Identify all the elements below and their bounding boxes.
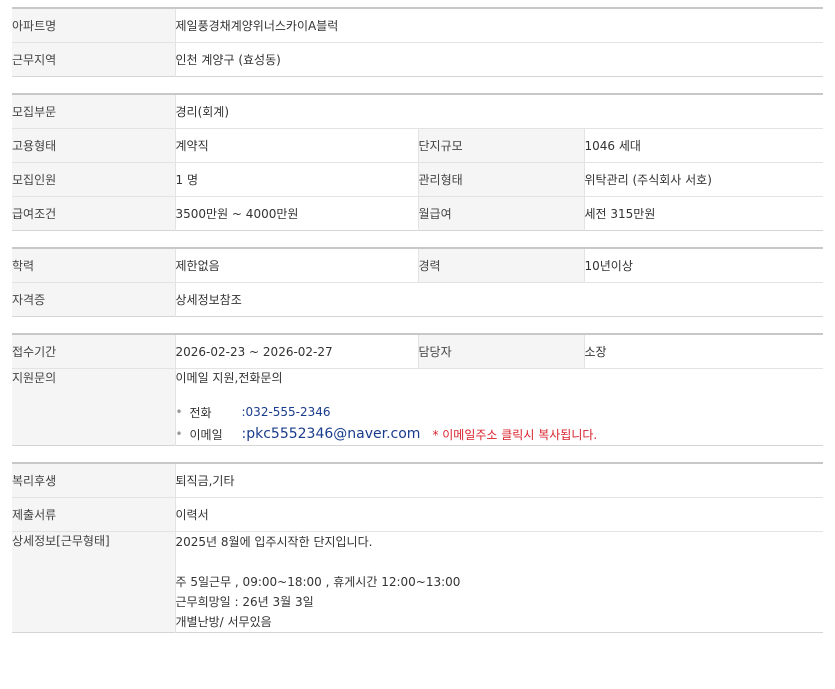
education-value: 제한없음 xyxy=(174,248,418,283)
headcount-label: 모집인원 xyxy=(12,162,175,197)
detail-line: 주 5일근무 , 09:00~18:00 , 휴게시간 12:00~13:00 xyxy=(175,575,461,589)
detail-line: 근무희망일 : 26년 3월 3일 xyxy=(175,595,314,609)
education-label: 학력 xyxy=(12,248,175,283)
inquiry-row: 지원문의 이메일 지원,전화문의 • 전화 :032-555-2346 • 이메… xyxy=(12,368,824,446)
certificate-value: 상세정보참조 xyxy=(174,282,823,317)
phone-label: 전화 xyxy=(189,405,212,420)
detail-value-cell: 2025년 8월에 입주시작한 단지입니다. 주 5일근무 , 09:00~18… xyxy=(174,531,823,633)
work-region-label: 근무지역 xyxy=(12,42,175,77)
documents-label: 제출서류 xyxy=(12,497,175,532)
certificate-label: 자격증 xyxy=(12,282,175,317)
employment-type-value: 계약직 xyxy=(174,128,418,163)
detail-line: 2025년 8월에 입주시작한 단지입니다. xyxy=(175,535,373,549)
inquiry-label: 지원문의 xyxy=(12,368,175,446)
welfare-value: 퇴직금,기타 xyxy=(174,463,823,498)
salary-value: 3500만원 ~ 4000만원 xyxy=(174,196,418,231)
management-type-label: 관리형태 xyxy=(417,162,584,197)
salary-label: 급여조건 xyxy=(12,196,175,231)
employment-type-label: 고용형태 xyxy=(12,128,175,163)
headcount-row: 모집인원 1 명 관리형태 위탁관리 (주식회사 서호) xyxy=(12,162,824,197)
monthly-pay-label: 월급여 xyxy=(417,196,584,231)
email-copy-note: * 이메일주소 클릭시 복사됩니다. xyxy=(432,427,598,442)
work-region-row: 근무지역 인천 계양구 (효성동) xyxy=(12,42,823,77)
apartment-name-value: 제일풍경채계양위너스카이A블럭 xyxy=(174,8,823,43)
documents-value: 이력서 xyxy=(174,497,823,532)
manager-label: 담당자 xyxy=(417,334,584,369)
bullet-icon: • xyxy=(175,427,183,441)
qualification-table: 학력 제한없음 경력 10년이상 자격증 상세정보참조 xyxy=(12,247,823,317)
job-detail-container: 아파트명 제일풍경채계양위너스카이A블럭 근무지역 인천 계양구 (효성동) 모… xyxy=(12,0,824,633)
manager-value: 소장 xyxy=(583,334,823,369)
monthly-pay-value: 세전 315만원 xyxy=(583,196,824,231)
inquiry-value-cell: 이메일 지원,전화문의 • 전화 :032-555-2346 • 이메일 :pk… xyxy=(174,368,824,446)
email-label: 이메일 xyxy=(189,427,223,442)
career-label: 경력 xyxy=(417,248,584,283)
benefits-table: 복리후생 퇴직금,기타 제출서류 이력서 상세정보[근무형태] 2025년 8월… xyxy=(12,462,823,633)
work-region-value: 인천 계양구 (효성동) xyxy=(174,42,823,77)
phone-value: :032-555-2346 xyxy=(241,405,331,419)
complex-scale-label: 단지규모 xyxy=(417,128,584,163)
period-label: 접수기간 xyxy=(12,334,175,369)
department-label: 모집부문 xyxy=(12,94,175,129)
department-value: 경리(회계) xyxy=(174,94,824,129)
salary-row: 급여조건 3500만원 ~ 4000만원 월급여 세전 315만원 xyxy=(12,196,824,231)
employment-row: 고용형태 계약직 단지규모 1046 세대 xyxy=(12,128,824,163)
application-table: 접수기간 2026-02-23 ~ 2026-02-27 담당자 소장 지원문의… xyxy=(12,333,823,446)
complex-scale-value: 1046 세대 xyxy=(583,128,824,163)
apartment-name-label: 아파트명 xyxy=(12,8,175,43)
career-value: 10년이상 xyxy=(583,248,823,283)
bullet-icon: • xyxy=(175,405,183,419)
recruit-info-table: 모집부문 경리(회계) 고용형태 계약직 단지규모 1046 세대 모집인원 1… xyxy=(12,93,824,231)
apartment-name-row: 아파트명 제일풍경채계양위너스카이A블럭 xyxy=(12,8,823,43)
headcount-value: 1 명 xyxy=(174,162,418,197)
department-row: 모집부문 경리(회계) xyxy=(12,94,824,129)
documents-row: 제출서류 이력서 xyxy=(12,497,823,532)
education-row: 학력 제한없음 경력 10년이상 xyxy=(12,248,823,283)
detail-label: 상세정보[근무형태] xyxy=(12,531,175,633)
email-copy-link[interactable]: :pkc5552346@naver.com xyxy=(242,426,421,442)
apartment-info-table: 아파트명 제일풍경채계양위너스카이A블럭 근무지역 인천 계양구 (효성동) xyxy=(12,7,823,77)
management-type-value: 위탁관리 (주식회사 서호) xyxy=(583,162,824,197)
detail-row: 상세정보[근무형태] 2025년 8월에 입주시작한 단지입니다. 주 5일근무… xyxy=(12,531,823,633)
welfare-label: 복리후생 xyxy=(12,463,175,498)
inquiry-method: 이메일 지원,전화문의 xyxy=(175,371,283,385)
period-row: 접수기간 2026-02-23 ~ 2026-02-27 담당자 소장 xyxy=(12,334,823,369)
detail-line: 개별난방/ 서무있음 xyxy=(175,615,272,629)
phone-line: • 전화 :032-555-2346 xyxy=(176,401,824,423)
welfare-row: 복리후생 퇴직금,기타 xyxy=(12,463,823,498)
certificate-row: 자격증 상세정보참조 xyxy=(12,282,823,317)
period-value: 2026-02-23 ~ 2026-02-27 xyxy=(174,334,418,369)
email-line: • 이메일 :pkc5552346@naver.com * 이메일주소 클릭시 … xyxy=(176,423,824,445)
